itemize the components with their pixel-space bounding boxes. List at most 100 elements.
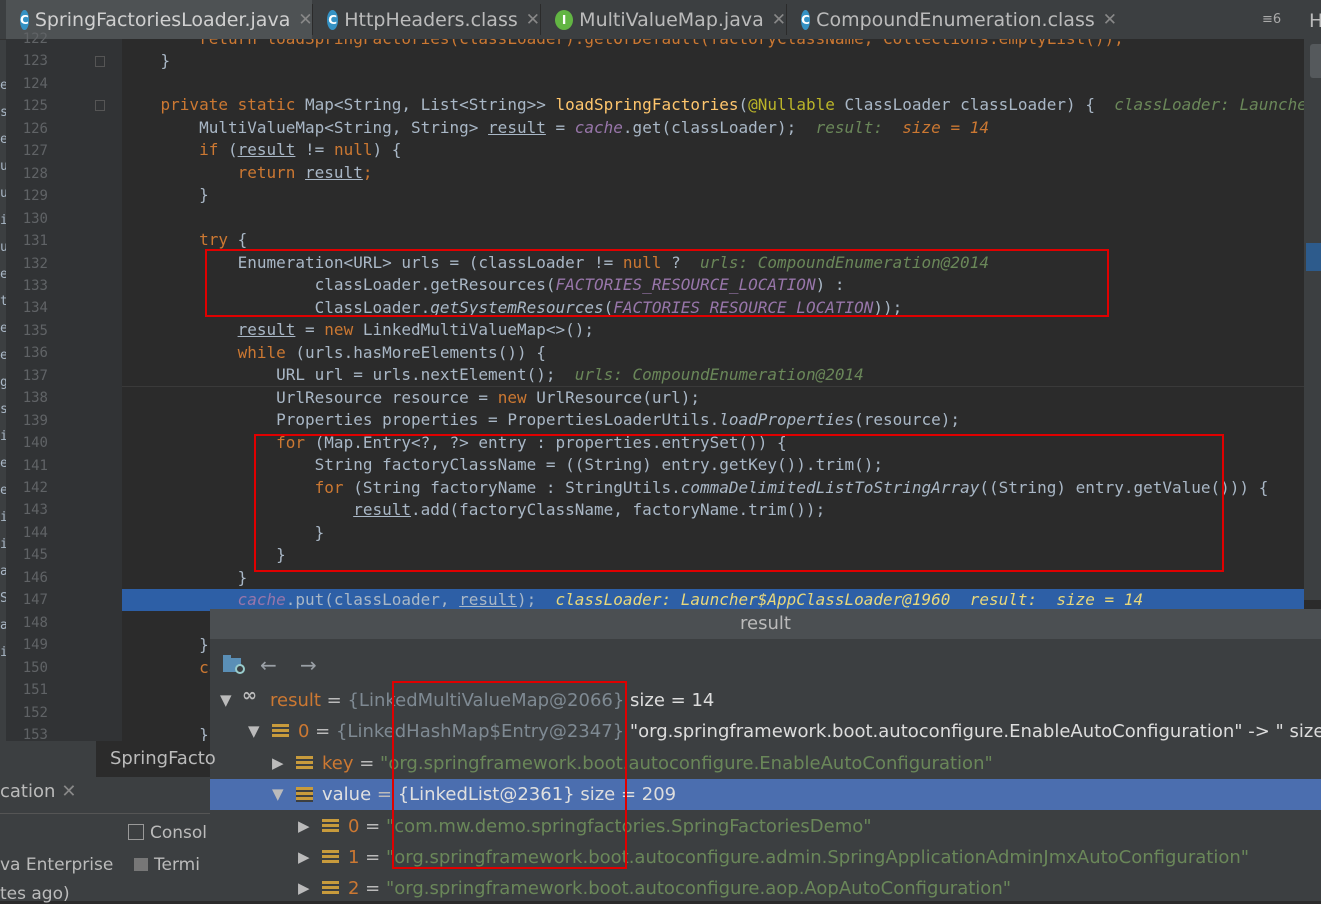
- variable-name: result: [270, 690, 321, 711]
- variable-name: 1: [348, 847, 360, 868]
- tab-compound-enumeration[interactable]: C CompoundEnumeration.class ✕: [787, 0, 1117, 39]
- line-number: 125: [22, 98, 48, 115]
- line-number: 143: [22, 502, 48, 519]
- terminal-tab[interactable]: Termi: [134, 855, 200, 875]
- collapsed-arrow-icon[interactable]: ▶: [272, 748, 284, 779]
- inline-debug-value: urls: CompoundEnumeration@2014: [680, 253, 989, 272]
- collapsed-arrow-icon[interactable]: ▶: [298, 842, 310, 873]
- class-icon: C: [20, 9, 29, 30]
- right-tool-strip: H: [1304, 0, 1321, 600]
- code-line-146: }: [122, 568, 248, 587]
- fold-start-icon[interactable]: [95, 100, 105, 111]
- tree-row[interactable]: ▶ 2 = "org.springframework.boot.autoconfi…: [210, 873, 1321, 901]
- collapsed-arrow-icon[interactable]: ▶: [298, 811, 310, 842]
- expanded-arrow-icon[interactable]: ▼: [248, 716, 260, 747]
- code-line-134: ClassLoader.getSystemResources(FACTORIES…: [122, 298, 903, 317]
- object-type-id: {LinkedMultiValueMap@2066}: [347, 690, 625, 711]
- equals-sign: =: [359, 815, 386, 837]
- code-line-138: UrlResource resource = new UrlResource(u…: [122, 388, 700, 407]
- code-line-129: }: [122, 185, 209, 204]
- popup-title: result: [210, 609, 1321, 639]
- code-line-126: MultiValueMap<String, String> result = c…: [122, 118, 989, 137]
- variable-value: size = 14: [624, 690, 715, 711]
- inline-debug-value: result:: [796, 118, 903, 137]
- line-number: 137: [22, 367, 48, 384]
- console-tab[interactable]: Consol: [128, 823, 207, 843]
- expanded-arrow-icon[interactable]: ▼: [220, 685, 232, 716]
- line-number: 145: [22, 547, 48, 564]
- code-line-140: for (Map.Entry<?, ?> entry : properties.…: [276, 433, 787, 452]
- tree-row[interactable]: ▶ key = "org.springframework.boot.autocon…: [210, 748, 1321, 779]
- line-number: 146: [22, 569, 48, 586]
- popup-toolbar: ← →: [210, 647, 1321, 683]
- tree-row[interactable]: ▼ 0 = {LinkedHashMap$Entry@2347} "org.spr…: [210, 716, 1321, 747]
- collapsed-arrow-icon[interactable]: ▶: [298, 873, 310, 901]
- tree-row[interactable]: ▼ value = {LinkedList@2361} size = 209: [210, 779, 1321, 811]
- class-icon: C: [801, 9, 811, 30]
- close-icon[interactable]: ✕: [526, 10, 540, 30]
- run-tab-application[interactable]: cation ✕: [0, 781, 77, 802]
- tab-spring-factories-loader[interactable]: C SpringFactoriesLoader.java ✕: [6, 0, 313, 39]
- debug-value-popup[interactable]: result ← → ▼ ∞ result = {LinkedMultiValueM…: [210, 609, 1321, 901]
- fold-end-icon[interactable]: [95, 56, 105, 67]
- tree-row[interactable]: ▼ ∞ result = {LinkedMultiValueMap@2066} si…: [210, 685, 1321, 716]
- line-number-gutter[interactable]: 122 123 124 125 126 127 128 129 130 131 132 133 134 1…: [6, 31, 122, 743]
- back-arrow-icon[interactable]: ←: [260, 653, 277, 677]
- line-number: 151: [22, 682, 48, 699]
- line-number: 152: [22, 704, 48, 721]
- field-icon: [322, 850, 339, 865]
- right-panel-selected-item[interactable]: [1306, 243, 1321, 271]
- equals-sign: =: [309, 721, 336, 743]
- line-number: 129: [22, 188, 48, 205]
- line-number: 140: [22, 435, 48, 452]
- right-panel-label[interactable]: H: [1309, 10, 1321, 32]
- code-line-147-execution-point: cache.put(classLoader, result); classLoa…: [122, 589, 1304, 611]
- forward-arrow-icon[interactable]: →: [300, 653, 317, 677]
- code-line-135: result = new LinkedMultiValueMap<>();: [237, 320, 595, 339]
- inline-debug-value: classLoader: Launcher$AppClassLoader@196…: [536, 590, 1144, 609]
- tab-multi-value-map[interactable]: I MultiValueMap.java ✕: [541, 0, 786, 39]
- equals-sign: =: [359, 878, 386, 900]
- terminal-icon: [134, 858, 148, 871]
- variable-name: key: [322, 752, 354, 774]
- close-icon[interactable]: ✕: [1103, 10, 1117, 30]
- code-line-145: }: [122, 545, 286, 564]
- tab-http-headers[interactable]: C HttpHeaders.class ✕: [313, 0, 540, 39]
- variable-value: "org.springframework.boot.autoconfigure.…: [385, 878, 1012, 900]
- object-type-id: {LinkedHashMap$Entry@2347}: [335, 721, 625, 743]
- close-icon[interactable]: ✕: [298, 10, 312, 30]
- tree-row-text: key = "org.springframework.boot.autoconf…: [322, 748, 993, 779]
- code-line-142: for (String factoryName : StringUtils.co…: [314, 478, 1269, 497]
- tab-label: MultiValueMap.java: [579, 8, 764, 31]
- tree-row[interactable]: ▶ 0 = "com.mw.demo.springfactories.Spring…: [210, 811, 1321, 842]
- line-number: 122: [22, 31, 48, 47]
- variable-name: value: [322, 784, 372, 806]
- code-line-131: try {: [122, 230, 248, 249]
- code-line-136: while (urls.hasMoreElements()) {: [237, 343, 546, 362]
- tab-overflow-menu[interactable]: ≡6: [1262, 12, 1281, 27]
- close-icon[interactable]: ✕: [61, 781, 76, 802]
- close-icon[interactable]: ✕: [772, 10, 786, 30]
- watch-variable-icon: ∞: [242, 685, 257, 706]
- java-enterprise-tab[interactable]: va Enterprise: [0, 855, 113, 875]
- variable-name: 0: [298, 721, 310, 743]
- line-number: 139: [22, 412, 48, 429]
- navigate-icon[interactable]: [222, 653, 246, 680]
- inline-debug-size: size = 14: [902, 118, 989, 137]
- tree-row-text: 0 = {LinkedHashMap$Entry@2347} "org.spri…: [298, 716, 1321, 747]
- field-icon: [296, 755, 313, 771]
- variable-name: 0: [348, 815, 360, 837]
- variable-value: "org.springframework.boot.autoconfigure.…: [624, 721, 1321, 743]
- expanded-arrow-icon[interactable]: ▼: [272, 779, 284, 810]
- line-number: 142: [22, 480, 48, 496]
- editor-tab-spring-factories[interactable]: SpringFacto: [96, 741, 216, 777]
- terminal-label: Termi: [154, 855, 200, 875]
- inline-debug-value: urls: CompoundEnumeration@2014: [555, 365, 864, 384]
- right-panel-button[interactable]: [1310, 44, 1321, 78]
- line-number: 123: [22, 53, 48, 70]
- tree-row[interactable]: ▶ 1 = "org.springframework.boot.autoconfi…: [210, 842, 1321, 873]
- tree-row-text: value = {LinkedList@2361} size = 209: [322, 779, 676, 810]
- code-line-137: URL url = urls.nextElement(); urls: Comp…: [122, 365, 864, 384]
- divider: [0, 813, 210, 814]
- equals-sign: =: [320, 690, 348, 711]
